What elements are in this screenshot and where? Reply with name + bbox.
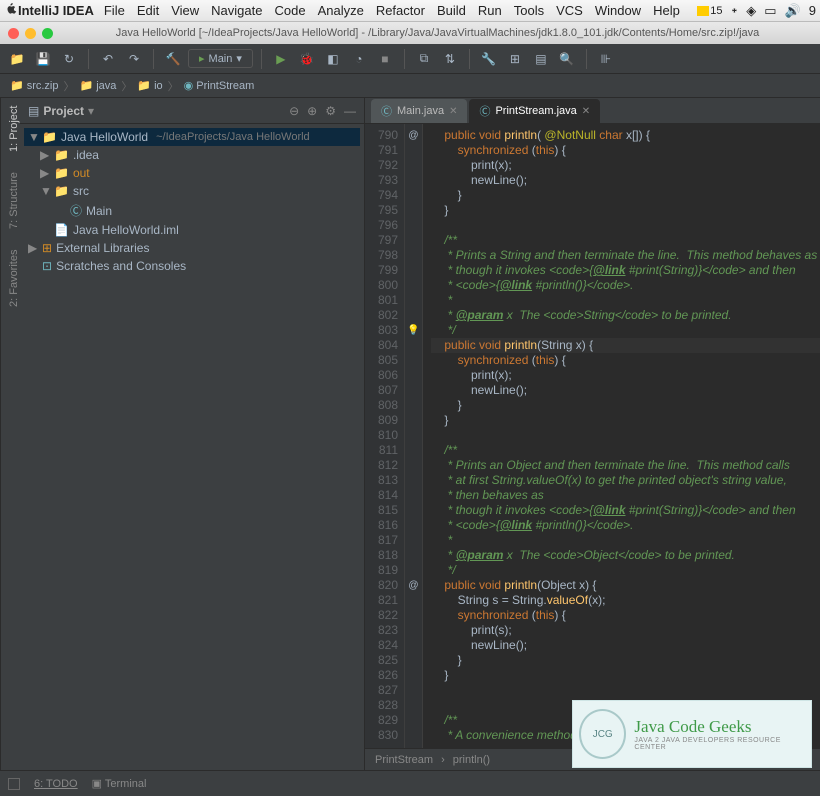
wifi-icon[interactable]: ◈ <box>746 3 756 19</box>
refresh-icon[interactable]: ↻ <box>58 48 80 70</box>
breadcrumb-method[interactable]: println() <box>453 754 490 766</box>
status-bar: 6: TODO ▣ Terminal <box>0 770 820 796</box>
traffic-lights[interactable] <box>8 28 53 39</box>
maximize-icon[interactable] <box>42 28 53 39</box>
menu-run[interactable]: Run <box>478 3 502 18</box>
panel-title[interactable]: Project <box>43 104 84 118</box>
bluetooth-icon[interactable]: ᛭ <box>730 3 738 18</box>
dropdown-icon[interactable]: ▾ <box>88 104 94 118</box>
search-icon[interactable]: 🔧 <box>478 48 500 70</box>
watermark-title: Java Code Geeks <box>634 717 805 737</box>
close-tab-icon[interactable]: ✕ <box>582 106 590 117</box>
hide-icon[interactable]: — <box>344 104 356 118</box>
menu-file[interactable]: File <box>104 3 125 18</box>
project-tree: ▼📁Java HelloWorld~/IdeaProjects/Java Hel… <box>20 124 364 279</box>
editor-tabs: ⒸMain.java✕ⒸPrintStream.java✕ <box>365 98 820 124</box>
menu-edit[interactable]: Edit <box>137 3 159 18</box>
watermark-subtitle: JAVA 2 JAVA DEVELOPERS RESOURCE CENTER <box>634 737 805 751</box>
tool-window-icon[interactable] <box>8 778 20 790</box>
locate-icon[interactable]: ⊕ <box>307 104 317 118</box>
battery-icon[interactable]: ▭ <box>764 3 776 19</box>
crumb-io[interactable]: 📁 io <box>137 79 162 92</box>
minimize-icon[interactable] <box>25 28 36 39</box>
tree-item[interactable]: ▶📁.idea <box>24 146 360 164</box>
clock[interactable]: 9 <box>809 3 816 18</box>
menu-items: File Edit View Navigate Code Analyze Refactor B… <box>104 3 680 18</box>
debug-icon[interactable]: 🐞 <box>296 48 318 70</box>
flag-icon[interactable]: 15 <box>697 5 722 17</box>
tree-item[interactable]: ▼📁Java HelloWorld~/IdeaProjects/Java Hel… <box>24 128 360 146</box>
navigation-bar: 📁 src.zip〉📁 java〉📁 io〉◉ PrintStream <box>0 74 820 98</box>
window-title-text: Java HelloWorld [~/IdeaProjects/Java Hel… <box>116 27 760 39</box>
redo-icon[interactable]: ↷ <box>123 48 145 70</box>
attach-icon[interactable]: ⧉ <box>413 48 435 70</box>
structure-icon[interactable]: ▤ <box>530 48 552 70</box>
breadcrumb-class[interactable]: PrintStream <box>375 754 433 766</box>
menu-window[interactable]: Window <box>595 3 641 18</box>
crumb-src.zip[interactable]: 📁 src.zip <box>10 79 58 92</box>
vcs-icon[interactable]: ⇅ <box>439 48 461 70</box>
tree-item[interactable]: ▶📁out <box>24 164 360 182</box>
menu-tools[interactable]: Tools <box>514 3 544 18</box>
coverage-icon[interactable]: ◧ <box>322 48 344 70</box>
tree-item[interactable]: ▼📁src <box>24 182 360 200</box>
open-icon[interactable]: 📁 <box>6 48 28 70</box>
left-tool-tabs: 2: Favorites 7: Structure 1: Project <box>0 98 20 770</box>
gutter-icons: @💡@ <box>405 124 423 748</box>
crumb-java[interactable]: 📁 java <box>79 79 116 92</box>
find-icon[interactable]: 🔍 <box>556 48 578 70</box>
editor-area: ⒸMain.java✕ⒸPrintStream.java✕ 7907917927… <box>365 98 820 770</box>
run-icon[interactable]: ▶ <box>270 48 292 70</box>
menu-analyze[interactable]: Analyze <box>318 3 364 18</box>
tree-item[interactable]: ⒸMain <box>24 200 360 221</box>
menu-code[interactable]: Code <box>274 3 305 18</box>
save-icon[interactable]: 💾 <box>32 48 54 70</box>
run-config-dropdown[interactable]: ▸Main ▾ <box>188 49 253 68</box>
close-tab-icon[interactable]: ✕ <box>449 106 457 117</box>
menu-help[interactable]: Help <box>653 3 680 18</box>
settings-icon[interactable]: ⊞ <box>504 48 526 70</box>
crumb-PrintStream[interactable]: ◉ PrintStream <box>184 79 255 92</box>
tab-project[interactable]: 1: Project <box>1 106 20 152</box>
editor-tab[interactable]: ⒸMain.java✕ <box>371 99 467 123</box>
close-icon[interactable] <box>8 28 19 39</box>
line-numbers: 7907917927937947957967977987998008018028… <box>365 124 405 748</box>
volume-icon[interactable]: 🔊 <box>785 3 801 19</box>
project-panel: ▤ Project ▾ ⊖ ⊕ ⚙ — ▼📁Java HelloWorld~/I… <box>20 98 365 770</box>
tab-structure[interactable]: 7: Structure <box>1 172 20 229</box>
stop-icon[interactable]: ■ <box>374 48 396 70</box>
tree-item[interactable]: ▶⊞External Libraries <box>24 239 360 257</box>
main-toolbar: 📁 💾 ↻ ↶ ↷ 🔨 ▸Main ▾ ▶ 🐞 ◧ ◔ ■ ⧉ ⇅ 🔧 ⊞ ▤ … <box>0 44 820 74</box>
tree-item[interactable]: 📄Java HelloWorld.iml <box>24 221 360 239</box>
tab-favorites[interactable]: 2: Favorites <box>1 249 20 306</box>
code-editor[interactable]: 7907917927937947957967977987998008018028… <box>365 124 820 748</box>
watermark-logo: JCG Java Code Geeks JAVA 2 JAVA DEVELOPE… <box>572 700 812 768</box>
menu-refactor[interactable]: Refactor <box>376 3 425 18</box>
code-content[interactable]: public void println( @NotNull char x[]) … <box>423 124 820 748</box>
menu-navigate[interactable]: Navigate <box>211 3 262 18</box>
editor-tab[interactable]: ⒸPrintStream.java✕ <box>469 99 600 123</box>
build-icon[interactable]: 🔨 <box>162 48 184 70</box>
menu-vcs[interactable]: VCS <box>556 3 583 18</box>
jcg-logo-icon: JCG <box>579 709 626 759</box>
gear-icon[interactable]: ⚙ <box>325 104 336 118</box>
project-view-icon[interactable]: ▤ <box>28 104 39 118</box>
app-name: IntelliJ IDEA <box>18 3 94 18</box>
nav-crumbs: 📁 src.zip〉📁 java〉📁 io〉◉ PrintStream <box>10 78 254 94</box>
window-titlebar: Java HelloWorld [~/IdeaProjects/Java Hel… <box>0 22 820 44</box>
mac-menubar: IntelliJ IDEA File Edit View Navigate Code An… <box>0 0 820 22</box>
menu-build[interactable]: Build <box>437 3 466 18</box>
project-panel-header: ▤ Project ▾ ⊖ ⊕ ⚙ — <box>20 98 364 124</box>
apple-icon[interactable] <box>4 2 18 19</box>
undo-icon[interactable]: ↶ <box>97 48 119 70</box>
more-icon[interactable]: ⊪ <box>595 48 617 70</box>
collapse-icon[interactable]: ⊖ <box>289 104 299 118</box>
tree-item[interactable]: ⊡Scratches and Consoles <box>24 257 360 275</box>
todo-tab[interactable]: 6: TODO <box>34 778 78 790</box>
profile-icon[interactable]: ◔ <box>348 48 370 70</box>
terminal-tab[interactable]: ▣ Terminal <box>92 777 147 790</box>
menu-view[interactable]: View <box>171 3 199 18</box>
